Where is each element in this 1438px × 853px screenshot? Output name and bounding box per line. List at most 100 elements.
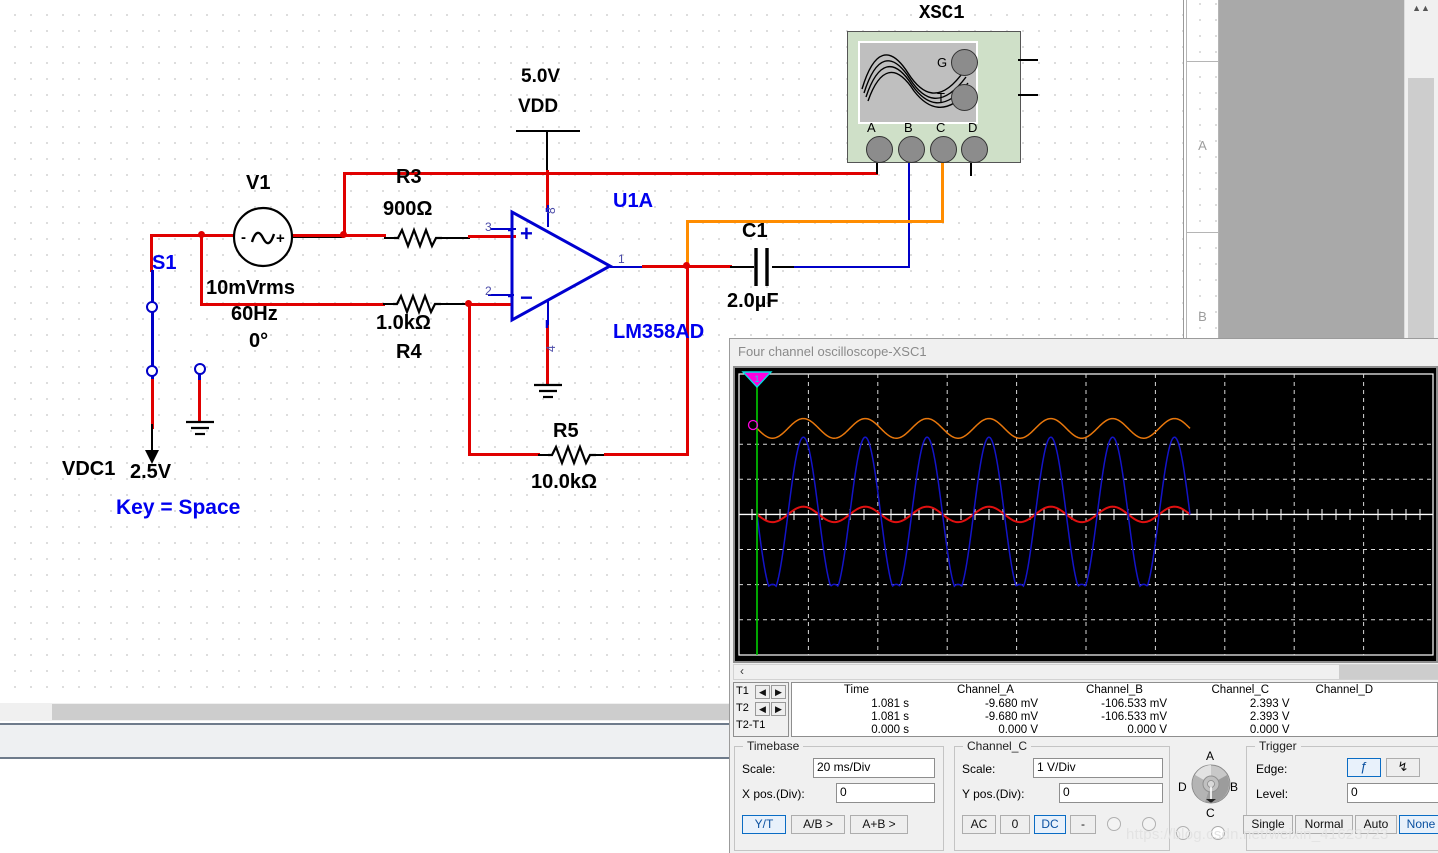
wire-xsc1-g-lead: [1018, 59, 1038, 61]
opamp-pin-1-label: 1: [618, 252, 625, 266]
opamp-part-label: LM358AD: [613, 321, 705, 343]
trigger-level-input[interactable]: 0: [1347, 783, 1438, 803]
timebase-mode-yt-button[interactable]: Y/T: [742, 815, 786, 834]
channel-knob-icon[interactable]: [1191, 763, 1231, 805]
s1-switch-symbol[interactable]: [143, 298, 163, 380]
channel-coupling-minus-button[interactable]: -: [1070, 815, 1096, 834]
channel-radio-1[interactable]: [1107, 817, 1121, 831]
scope-display[interactable]: 1: [733, 366, 1438, 663]
scope-scroll-left-icon[interactable]: ‹: [734, 664, 750, 680]
table-row: 1.081 s -9.680 mV -106.533 mV 2.393 V: [792, 710, 1437, 723]
channel-coupling-zero-button[interactable]: 0: [1000, 815, 1030, 834]
trigger-edge-rising-icon[interactable]: ƒ: [1347, 758, 1381, 777]
timebase-group: Timebase Scale: 20 ms/Div X pos.(Div): 0…: [734, 739, 944, 851]
wire-out-blue: [610, 266, 644, 268]
timebase-xpos-label: X pos.(Div):: [742, 787, 805, 801]
readout-r1-a: -9.680 mV: [984, 697, 1038, 710]
cursor-selector[interactable]: T1 T2 T2-T1 ◀ ▶ ◀ ▶: [733, 682, 789, 737]
wire-vdd-bar: [516, 130, 580, 132]
xsc1-terminal-b[interactable]: [898, 136, 925, 163]
opamp-symbol[interactable]: + −: [508, 208, 614, 328]
r5-ref-label: R5: [553, 420, 579, 442]
channel-coupling-dc-button[interactable]: DC: [1034, 815, 1066, 834]
vdc1-ref-label: VDC1: [62, 458, 116, 480]
ruler-label-a: A: [1198, 138, 1207, 153]
timebase-xpos-input[interactable]: 0: [836, 783, 935, 803]
opamp-ref-label: U1A: [613, 190, 654, 212]
cursor-t1-arrows[interactable]: ◀ ▶: [755, 685, 787, 699]
readout-r3-time: 0.000 s: [871, 723, 909, 736]
r4-ref-label: R4: [396, 341, 422, 363]
v1-amplitude-label: 10mVrms: [206, 277, 295, 299]
cursor-t1-left-arrow-icon[interactable]: ◀: [755, 685, 770, 699]
readout-header-row: Time Channel_A Channel_B Channel_C Chann…: [792, 683, 1437, 697]
scope-display-scrollbar-thumb[interactable]: [1339, 665, 1438, 679]
readout-r3-b: 0.000 V: [1127, 723, 1167, 736]
readout-r2-time: 1.081 s: [871, 710, 909, 723]
timebase-scale-label: Scale:: [742, 762, 776, 776]
c1-ref-label: C1: [742, 220, 768, 242]
cursor-t2-right-arrow-icon[interactable]: ▶: [771, 702, 786, 716]
wire-top-rail-drop: [343, 172, 346, 236]
xsc1-terminal-label-a: A: [867, 120, 876, 135]
readout-r2-a: -9.680 mV: [984, 710, 1038, 723]
oscilloscope-window[interactable]: Four channel oscilloscope-XSC1 1 ‹ T1 T2…: [729, 338, 1438, 853]
svg-text:+: +: [520, 221, 533, 246]
scope-display-scrollbar-track[interactable]: [733, 664, 1438, 680]
wire-orange-horiz: [686, 220, 944, 223]
wire-v1-to-r3: [286, 234, 386, 237]
svg-text:−: −: [520, 285, 533, 310]
readout-r2-d: [1302, 710, 1437, 723]
channel-ypos-input[interactable]: 0: [1059, 783, 1163, 803]
timebase-group-label: Timebase: [743, 739, 804, 753]
knob-label-a: A: [1206, 749, 1215, 763]
wire-r3-lead-right: [438, 237, 470, 239]
readout-r3-d: [1302, 723, 1437, 736]
wire-gnd-stub-red: [198, 380, 201, 422]
xsc1-terminal-c[interactable]: [930, 136, 957, 163]
ruler-label-b: B: [1198, 309, 1207, 324]
scroll-up-arrow-icon[interactable]: ▲▲: [1404, 0, 1438, 17]
ruler-cell-above: [1186, 0, 1219, 62]
wire-xsc1-t-lead: [1018, 94, 1038, 96]
ground-symbol-opamp: [534, 383, 562, 399]
timebase-mode-ab-button[interactable]: A/B >: [791, 815, 845, 834]
timebase-scale-input[interactable]: 20 ms/Div: [813, 758, 935, 778]
wire-xsc1b-vert: [908, 170, 910, 268]
knob-label-c: C: [1206, 806, 1215, 820]
xsc1-terminal-g[interactable]: [951, 49, 978, 76]
cursor-t1-right-arrow-icon[interactable]: ▶: [771, 685, 786, 699]
opamp-pin-8-label: 8: [544, 207, 558, 214]
c1-value-label: 2.0µF: [727, 290, 779, 312]
wire-to-r4: [200, 303, 385, 306]
xsc1-terminal-a[interactable]: [866, 136, 893, 163]
opamp-pin-2-label: 2: [485, 284, 492, 298]
opamp-pin-3-label: 3: [485, 220, 492, 234]
trigger-edge-falling-icon[interactable]: ↯: [1386, 758, 1420, 777]
wire-r4-to-pin2: [467, 303, 512, 306]
svg-text:-: -: [241, 229, 246, 246]
r5-resistor-symbol[interactable]: [548, 443, 596, 467]
ruler-cell-a: A: [1186, 61, 1219, 233]
cursor-t2-left-arrow-icon[interactable]: ◀: [755, 702, 770, 716]
ground-symbol-left: [186, 420, 214, 436]
xsc1-terminal-t[interactable]: [951, 84, 978, 111]
xsc1-terminal-d[interactable]: [961, 136, 988, 163]
wire-s1-bottom: [151, 379, 154, 429]
wire-pin4-to-gnd: [546, 325, 549, 385]
v1-ac-source-symbol[interactable]: - +: [232, 206, 294, 268]
vdd-value-label: 5.0V: [521, 66, 561, 87]
xsc1-terminal-label-b: B: [904, 120, 913, 135]
r3-resistor-symbol[interactable]: [394, 226, 442, 250]
channel-scale-input[interactable]: 1 V/Div: [1033, 758, 1163, 778]
xsc1-symbol[interactable]: A B C D G T: [847, 31, 1021, 163]
readout-col-time: Time: [843, 684, 870, 696]
wire-xsc1-c-lead: [941, 154, 944, 222]
wire-fb-left: [468, 303, 471, 455]
readout-col-a: Channel_A: [957, 684, 1014, 696]
gnd-terminal-symbol: [194, 363, 206, 375]
c1-capacitor-symbol[interactable]: [748, 248, 776, 286]
timebase-mode-apb-button[interactable]: A+B >: [850, 815, 908, 834]
cursor-t2-arrows[interactable]: ◀ ▶: [755, 702, 787, 716]
channel-coupling-ac-button[interactable]: AC: [962, 815, 996, 834]
